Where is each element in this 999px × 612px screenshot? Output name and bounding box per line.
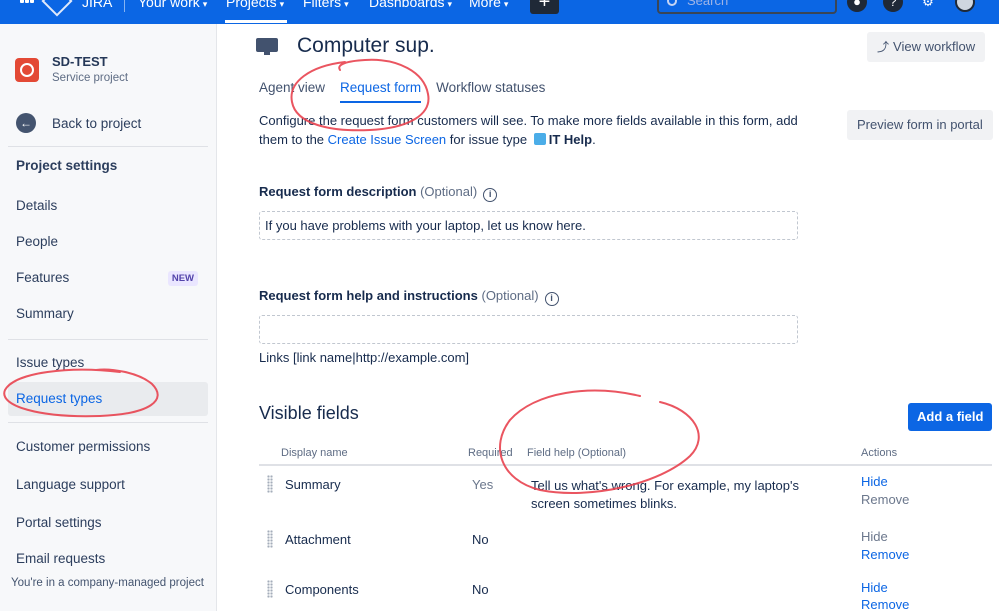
field-help-text[interactable]: Tell us what's wrong. For example, my la… — [531, 477, 821, 513]
nav-projects[interactable]: Projects ▾ — [226, 0, 284, 10]
chevron-down-icon: ▾ — [279, 0, 285, 9]
sidebar-item-issue-types[interactable]: Issue types — [8, 346, 208, 380]
field-required: No — [472, 582, 489, 597]
sidebar-item-customer-permissions[interactable]: Customer permissions — [8, 430, 208, 464]
visible-fields-title: Visible fields — [259, 403, 359, 423]
table-header-divider — [259, 464, 992, 466]
create-issue-screen-link[interactable]: Create Issue Screen — [328, 132, 447, 147]
product-name[interactable]: JIRA — [82, 0, 112, 10]
help-instructions-field[interactable] — [259, 315, 798, 344]
sidebar-item-features[interactable]: Features NEW — [8, 261, 208, 295]
tab-agent-view[interactable]: Agent view — [259, 80, 325, 103]
hide-link[interactable]: Hide — [861, 580, 888, 595]
drag-handle-icon[interactable] — [267, 530, 273, 548]
tab-request-form[interactable]: Request form — [340, 80, 422, 103]
create-button[interactable]: + — [530, 0, 559, 14]
monitor-icon — [256, 38, 278, 56]
links-format-hint: Links [link name|http://example.com] — [259, 350, 470, 365]
sidebar-item-summary[interactable]: Summary — [8, 297, 208, 331]
nav-more[interactable]: More ▾ — [469, 0, 508, 10]
view-workflow-button[interactable]: ⤴ View workflow — [867, 32, 986, 62]
help-icon[interactable]: ? — [883, 0, 903, 12]
sidebar-divider — [8, 339, 208, 340]
hide-link[interactable]: Hide — [861, 474, 888, 489]
top-navigation-bar: JIRA Your work ▾ Projects ▾ Filters ▾ Dashb… — [0, 0, 999, 24]
project-settings-heading: Project settings — [16, 158, 118, 173]
col-header-actions: Actions — [861, 447, 898, 459]
hide-link-disabled: Hide — [861, 529, 888, 544]
project-type: Service project — [52, 72, 129, 84]
remove-link-disabled: Remove — [861, 492, 910, 507]
sidebar-item-people[interactable]: People — [8, 225, 208, 259]
sidebar-item-email-requests[interactable]: Email requests — [8, 542, 208, 576]
drag-handle-icon[interactable] — [267, 580, 273, 598]
sidebar-item-details[interactable]: Details — [8, 189, 208, 223]
arrow-left-icon: ← — [16, 113, 36, 133]
field-required: Yes — [472, 477, 494, 492]
col-header-required: Required — [468, 447, 513, 459]
issue-type-name: IT Help — [548, 132, 593, 147]
request-type-tabs: Agent view Request form Workflow statuse… — [259, 80, 560, 103]
sidebar-item-request-types[interactable]: Request types — [8, 382, 208, 416]
search-placeholder: Search — [687, 0, 729, 8]
field-name: Summary — [285, 477, 341, 492]
intro-text: Configure the request form customers wil… — [259, 113, 798, 147]
back-to-project-label: Back to project — [52, 115, 142, 131]
app-switcher-icon[interactable] — [20, 0, 34, 8]
chevron-down-icon: ▾ — [344, 0, 349, 9]
remove-link[interactable]: Remove — [861, 597, 909, 612]
nav-filters[interactable]: Filters ▾ — [303, 0, 349, 10]
chevron-down-icon: ▾ — [503, 0, 509, 9]
description-label: Request form description (Optional) i — [259, 184, 498, 202]
sidebar-item-language-support[interactable]: Language support — [8, 468, 208, 502]
nav-divider — [124, 0, 125, 12]
project-name: SD-TEST — [52, 54, 108, 69]
search-icon — [667, 0, 677, 6]
field-required: No — [472, 532, 489, 547]
sidebar-item-portal-settings[interactable]: Portal settings — [8, 506, 208, 540]
jira-logo-icon[interactable] — [41, 0, 73, 17]
info-icon[interactable]: i — [544, 292, 559, 306]
project-avatar-icon — [15, 58, 39, 82]
help-instructions-label: Request form help and instructions (Opti… — [259, 288, 559, 306]
back-to-project-link[interactable]: ← Back to project — [16, 113, 141, 133]
settings-gear-icon[interactable]: ⚙ — [918, 0, 938, 12]
workflow-icon: ⤴ — [877, 40, 890, 54]
col-header-field-help: Field help (Optional) — [527, 447, 627, 459]
notifications-icon[interactable]: ● — [847, 0, 867, 12]
nav-dashboards[interactable]: Dashboards ▾ — [369, 0, 452, 10]
chevron-down-icon: ▾ — [447, 0, 453, 9]
sidebar-divider — [8, 422, 208, 423]
search-input[interactable]: Search — [657, 0, 837, 14]
tab-workflow-statuses[interactable]: Workflow statuses — [436, 80, 545, 103]
sidebar-divider — [8, 146, 208, 147]
field-name: Attachment — [285, 532, 351, 547]
chevron-down-icon: ▾ — [202, 0, 208, 9]
preview-form-button[interactable]: Preview form in portal — [847, 110, 993, 140]
it-help-issue-type-icon — [533, 133, 546, 145]
sidebar-footer-note: You're in a company-managed project — [11, 577, 204, 589]
info-icon[interactable]: i — [483, 188, 498, 202]
new-badge: NEW — [167, 271, 198, 286]
main-content: Computer sup. ⤴ View workflow Agent view … — [218, 24, 999, 612]
remove-link[interactable]: Remove — [861, 547, 909, 562]
active-nav-indicator — [225, 20, 287, 23]
nav-your-work[interactable]: Your work ▾ — [138, 0, 207, 10]
drag-handle-icon[interactable] — [267, 475, 273, 493]
add-field-button[interactable]: Add a field — [908, 403, 993, 431]
description-field[interactable]: If you have problems with your laptop, l… — [259, 211, 798, 240]
field-name: Components — [285, 582, 359, 597]
avatar[interactable] — [955, 0, 975, 12]
project-sidebar: SD-TEST Service project ← Back to projec… — [0, 24, 217, 611]
col-header-display-name: Display name — [281, 447, 348, 459]
page-title: Computer sup. — [297, 34, 435, 57]
